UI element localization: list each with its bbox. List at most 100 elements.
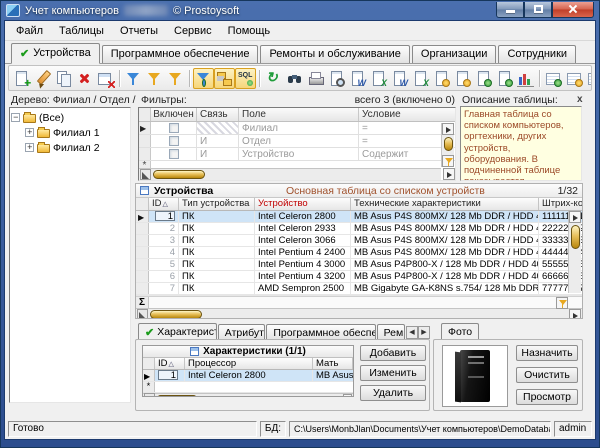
hscroll-thumb[interactable]	[157, 395, 197, 397]
edit-record-icon[interactable]	[32, 68, 53, 89]
device-row[interactable]: 7 ПК AMD Sempron 2500 MB Gigabyte GA-K8N…	[136, 283, 582, 295]
characteristics-hscrollbar[interactable]	[143, 393, 353, 397]
filter-enabled-checkbox[interactable]	[169, 136, 179, 146]
filters-vscrollbar[interactable]	[441, 123, 454, 167]
tree-item-branch1[interactable]: Филиал 1	[11, 125, 129, 140]
goto-record-icon[interactable]	[442, 123, 454, 135]
characteristics-new-row[interactable]: *	[143, 382, 353, 393]
device-row[interactable]: 4 ПК Intel Pentium 4 2400 MB Asus P4S 80…	[136, 247, 582, 259]
hscroll-thumb[interactable]	[153, 170, 205, 179]
filter-row[interactable]: Филиал =	[139, 122, 455, 135]
expand-icon[interactable]	[25, 128, 34, 137]
excel-template-icon[interactable]	[410, 68, 431, 89]
col-device[interactable]: Устройство	[255, 198, 351, 210]
device-row[interactable]: 1 ПК Intel Celeron 2800 MB Asus P4S 800M…	[136, 211, 582, 223]
col-id[interactable]: ID△	[149, 198, 179, 210]
tab-scroll-left-icon[interactable]: ◀	[406, 326, 418, 339]
clear-photo-button[interactable]: Очистить	[516, 367, 578, 383]
title-bar[interactable]: Учет компьютеров © Prostoysoft	[4, 1, 596, 20]
column-settings-icon[interactable]	[564, 68, 585, 89]
word-template-icon[interactable]	[389, 68, 410, 89]
close-button[interactable]	[552, 2, 594, 18]
goto-record-icon[interactable]	[569, 211, 581, 223]
close-description-icon[interactable]: x	[577, 94, 583, 105]
chart-icon[interactable]	[515, 68, 536, 89]
filter-off-icon[interactable]	[144, 68, 165, 89]
tab-scroll-right-icon[interactable]: ▶	[418, 326, 430, 339]
hscroll-thumb[interactable]	[150, 310, 202, 318]
filter-enabled-checkbox[interactable]	[169, 123, 179, 133]
export-excel-icon[interactable]	[368, 68, 389, 89]
filters-hscrollbar[interactable]	[139, 168, 441, 180]
filter-by-selection-icon[interactable]	[193, 68, 214, 89]
device-row[interactable]: 6 ПК Intel Pentium 4 3200 MB Asus P4P800…	[136, 271, 582, 283]
tab-devices[interactable]: ✔ Устройства	[11, 43, 100, 64]
goto-last-icon[interactable]	[443, 168, 455, 180]
delete-from-table-icon[interactable]	[95, 68, 116, 89]
corner-button[interactable]	[137, 309, 148, 318]
tab-detail-software[interactable]: Программное обеспечение	[266, 324, 375, 340]
devices-hscrollbar[interactable]	[136, 308, 582, 318]
filter-row[interactable]: И Отдел =	[139, 135, 455, 148]
edit-button[interactable]: Изменить	[360, 365, 426, 381]
tree-item-all[interactable]: (Все)	[11, 110, 129, 125]
print-icon[interactable]	[305, 68, 326, 89]
vscroll-thumb[interactable]	[571, 225, 580, 249]
tab-software[interactable]: Программное обеспечение	[102, 45, 259, 63]
tab-organizations[interactable]: Организации	[412, 45, 497, 63]
minimize-button[interactable]	[496, 2, 524, 18]
copy-record-icon[interactable]	[53, 68, 74, 89]
filter-row[interactable]: И Устройство Содержит	[139, 148, 455, 161]
view-photo-button[interactable]: Просмотр	[516, 389, 578, 405]
export-word-icon[interactable]	[347, 68, 368, 89]
delete-button[interactable]: Удалить	[360, 385, 426, 401]
col-id[interactable]: ID△	[155, 358, 185, 369]
col-specs[interactable]: Технические характеристики	[351, 198, 539, 210]
table-settings-icon[interactable]	[585, 68, 592, 89]
characteristic-row[interactable]: 1 Intel Celeron 2800 MB Asus P4	[143, 370, 353, 382]
filter-clear-icon[interactable]	[165, 68, 186, 89]
filter-enabled-checkbox[interactable]	[169, 149, 179, 159]
menu-help[interactable]: Помощь	[220, 23, 279, 39]
add-record-icon[interactable]	[11, 68, 32, 89]
print-preview-icon[interactable]	[326, 68, 347, 89]
col-barcode[interactable]: Штрих-код	[539, 198, 582, 210]
delete-record-icon[interactable]	[74, 68, 95, 89]
collapse-icon[interactable]	[11, 113, 20, 122]
col-motherboard[interactable]: Мать	[313, 358, 353, 369]
device-row[interactable]: 2 ПК Intel Celeron 2933 MB Asus P4S 800M…	[136, 223, 582, 235]
maximize-button[interactable]	[524, 2, 552, 18]
quick-filter-icon[interactable]	[442, 155, 454, 167]
goto-last-icon[interactable]	[343, 394, 352, 397]
menu-tables[interactable]: Таблицы	[51, 23, 112, 39]
tab-repairs[interactable]: Ремонты и обслуживание	[260, 45, 409, 63]
col-cpu[interactable]: Процессор	[185, 358, 313, 369]
report-calc-icon[interactable]	[494, 68, 515, 89]
report-writer-icon[interactable]	[473, 68, 494, 89]
add-button[interactable]: Добавить	[360, 345, 426, 361]
vscroll-thumb[interactable]	[444, 137, 453, 151]
sql-filter-icon[interactable]	[235, 68, 256, 89]
col-type[interactable]: Тип устройства	[179, 198, 255, 210]
menu-service[interactable]: Сервис	[166, 23, 220, 39]
refresh-icon[interactable]	[263, 68, 284, 89]
report-word-icon[interactable]	[431, 68, 452, 89]
corner-button[interactable]	[144, 393, 155, 397]
quick-filter-icon[interactable]	[556, 297, 568, 309]
tree-item-branch2[interactable]: Филиал 2	[11, 140, 129, 155]
assign-photo-button[interactable]: Назначить	[516, 345, 578, 361]
menu-reports[interactable]: Отчеты	[112, 23, 166, 39]
menu-file[interactable]: Файл	[8, 23, 51, 39]
goto-last-icon[interactable]	[569, 309, 581, 319]
filter-icon[interactable]	[123, 68, 144, 89]
corner-button[interactable]	[140, 169, 151, 180]
tree-panel-icon[interactable]	[214, 68, 235, 89]
tab-repairs-cut[interactable]: Рем	[377, 324, 405, 340]
search-icon[interactable]	[284, 68, 305, 89]
tab-attributes[interactable]: Атрибуты	[218, 324, 266, 340]
expand-icon[interactable]	[25, 143, 34, 152]
device-row[interactable]: 5 ПК Intel Pentium 4 3000 MB Asus P4P800…	[136, 259, 582, 271]
report-excel-icon[interactable]	[452, 68, 473, 89]
tab-employees[interactable]: Сотрудники	[498, 45, 576, 63]
device-row[interactable]: 3 ПК Intel Celeron 3066 MB Asus P4S 800M…	[136, 235, 582, 247]
